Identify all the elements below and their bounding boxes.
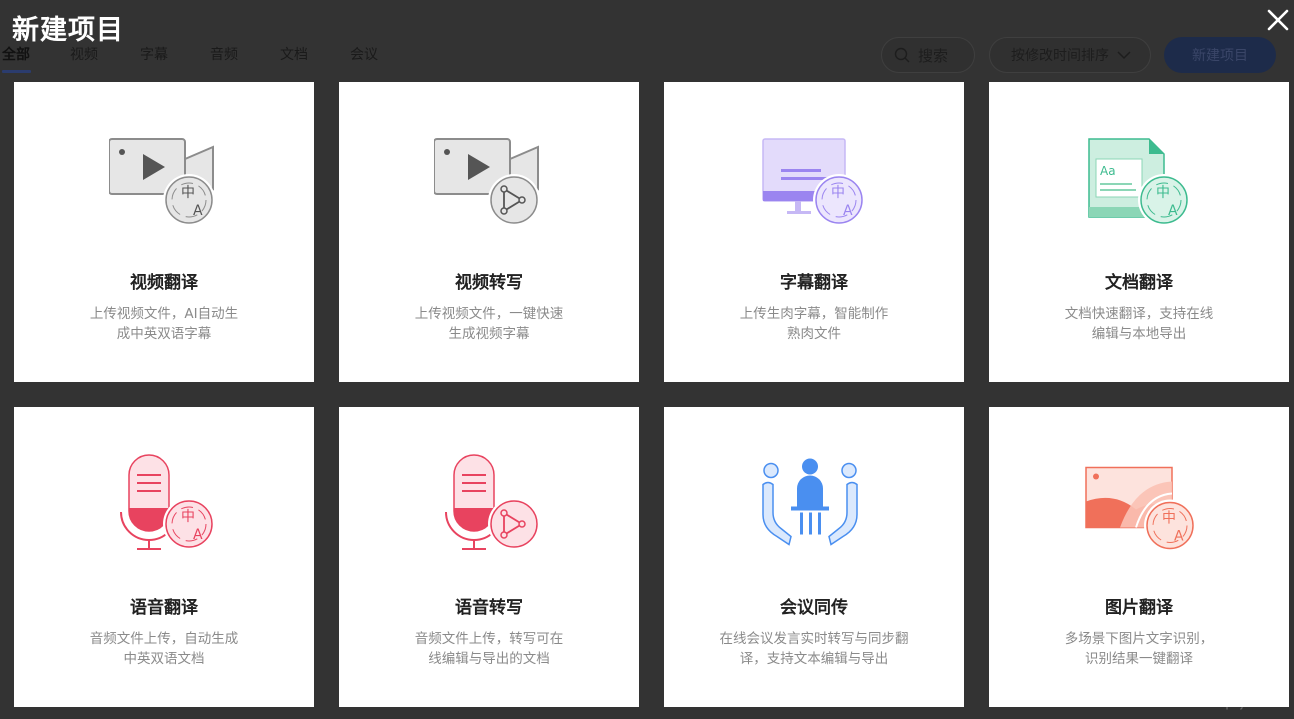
card-subtitle-translate[interactable]: 中 A 字幕翻译 上传生肉字幕，智能制作熟肉文件	[664, 82, 964, 382]
card-description: 上传生肉字幕，智能制作熟肉文件	[739, 306, 889, 342]
card-description: 音频文件上传，转写可在线编辑与导出的文档	[414, 631, 564, 667]
dialog-title: 新建项目	[12, 15, 124, 46]
card-description: 文档快速翻译，支持在线编辑与本地导出	[1064, 306, 1214, 342]
sort-label: 按修改时间排序	[1011, 48, 1109, 64]
card-title: 字幕翻译	[780, 273, 848, 293]
card-document-translate[interactable]: Aa 中 A 文档翻译 文档快速翻译，支持在线编辑与本地导出	[989, 82, 1289, 382]
card-image-translate[interactable]: 中 A 图片翻译 多场景下图片文字识别，识别结果一键翻译	[989, 407, 1289, 707]
card-title: 会议同传	[780, 598, 848, 618]
card-video-translate[interactable]: 中 A 视频翻译 上传视频文件，AI自动生成中英双语字幕	[14, 82, 314, 382]
badge-zh: 中	[1162, 511, 1176, 527]
tab-document[interactable]: 文档	[280, 44, 308, 64]
badge-zh: 中	[181, 185, 195, 201]
card-description: 在线会议发言实时转写与同步翻译，支持文本编辑与导出	[719, 631, 909, 667]
badge-en: A	[1168, 203, 1178, 219]
tab-video[interactable]: 视频	[70, 44, 98, 64]
badge-en: A	[1174, 529, 1184, 545]
video-transcribe-icon	[434, 138, 540, 226]
search-label: 搜索	[918, 46, 949, 65]
image-translate-icon: 中 A	[1085, 466, 1194, 552]
svg-text:Aa: Aa	[1100, 164, 1116, 178]
sort-dropdown[interactable]: 按修改时间排序	[989, 37, 1151, 73]
badge-zh: 中	[831, 185, 845, 201]
subtitle-translate-icon: 中 A	[762, 138, 865, 226]
badge-en: A	[843, 203, 853, 219]
card-title: 语音翻译	[130, 598, 198, 618]
video-translate-icon: 中 A	[109, 138, 215, 226]
card-title: 视频翻译	[130, 273, 198, 293]
card-title: 文档翻译	[1105, 273, 1173, 293]
card-description: 上传视频文件，一键快速生成视频字幕	[414, 306, 564, 342]
watermark-text: 吾爱破解论坛	[1172, 677, 1274, 697]
badge-zh: 中	[1156, 185, 1170, 201]
chevron-down-icon	[1117, 51, 1131, 60]
active-tab-indicator	[2, 70, 31, 73]
tab-all[interactable]: 全部	[2, 44, 30, 64]
meeting-interpret-icon	[762, 458, 858, 546]
card-audio-translate[interactable]: 中 A 语音翻译 音频文件上传，自动生成中英双语文档	[14, 407, 314, 707]
watermark-url: www.52pojie.cn	[1178, 696, 1273, 710]
card-description: 音频文件上传，自动生成中英双语文档	[89, 631, 239, 667]
tab-subtitle[interactable]: 字幕	[140, 44, 168, 64]
badge-en: A	[193, 527, 203, 543]
audio-translate-icon: 中 A	[120, 454, 215, 550]
tab-audio[interactable]: 音频	[210, 44, 238, 64]
badge-zh: 中	[181, 509, 195, 525]
card-audio-transcribe[interactable]: 语音转写 音频文件上传，转写可在线编辑与导出的文档	[339, 407, 639, 707]
card-title: 图片翻译	[1105, 598, 1173, 618]
card-title: 语音转写	[455, 598, 523, 618]
card-video-transcribe[interactable]: 视频转写 上传视频文件，一键快速生成视频字幕	[339, 82, 639, 382]
card-description: 多场景下图片文字识别，识别结果一键翻译	[1064, 631, 1214, 667]
badge-en: A	[193, 203, 203, 219]
search-icon	[894, 47, 910, 63]
new-project-button[interactable]: 新建项目	[1164, 37, 1276, 73]
close-icon[interactable]	[1266, 8, 1290, 32]
card-meeting-interpret[interactable]: 会议同传 在线会议发言实时转写与同步翻译，支持文本编辑与导出	[664, 407, 964, 707]
audio-transcribe-icon	[445, 454, 540, 550]
tab-meeting[interactable]: 会议	[350, 44, 378, 64]
card-description: 上传视频文件，AI自动生成中英双语字幕	[89, 306, 239, 342]
document-translate-icon: Aa 中 A	[1088, 138, 1190, 226]
card-title: 视频转写	[455, 273, 523, 293]
search-box[interactable]: 搜索	[881, 37, 975, 73]
